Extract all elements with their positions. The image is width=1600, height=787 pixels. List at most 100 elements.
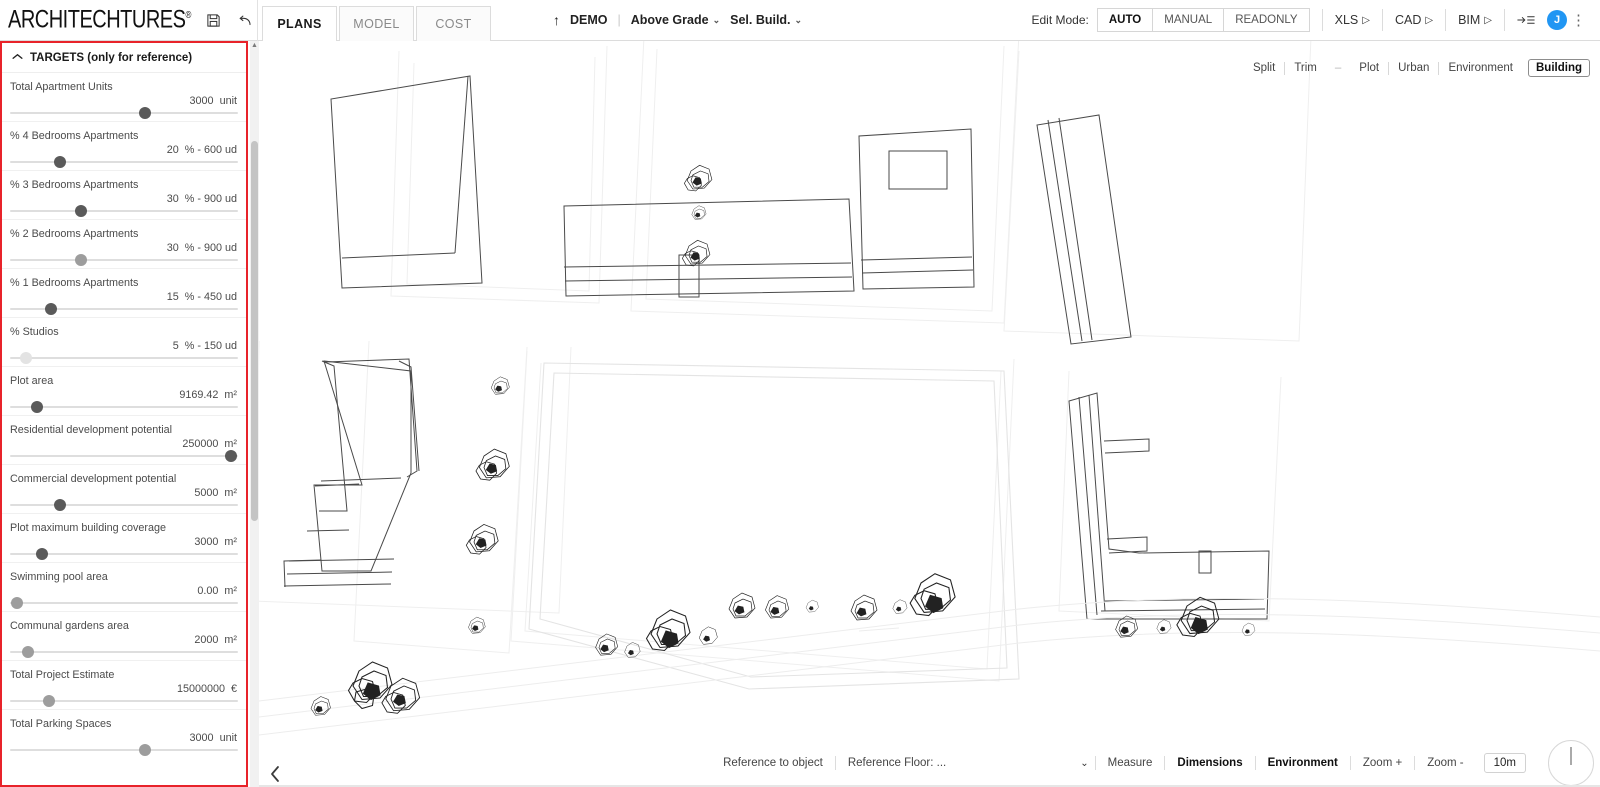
slider-thumb[interactable]: [35, 548, 48, 560]
slider-thumb[interactable]: [31, 401, 44, 413]
sidebar-scrollbar-thumb[interactable]: [251, 141, 258, 521]
slider-label: Swimming pool area: [10, 571, 108, 583]
slider-row-commercial-potential: Commercial development potential 5000 m²: [2, 465, 246, 514]
edit-mode-manual[interactable]: MANUAL: [1153, 9, 1225, 31]
slider-row-2-bedrooms: % 2 Bedrooms Apartments 30 % - 900 ud: [2, 220, 246, 269]
save-icon[interactable]: [205, 12, 223, 30]
targets-panel-title: TARGETS (only for reference): [30, 51, 193, 64]
slider-row-plot-area: Plot area 9169.42 m²: [2, 367, 246, 416]
reference-floor-label: Reference Floor: ...: [847, 757, 947, 769]
compass-dial[interactable]: [1548, 740, 1594, 786]
slider-thumb[interactable]: [225, 450, 238, 462]
slider-value: 2000 m²: [194, 634, 237, 646]
environment-button[interactable]: Environment: [1256, 755, 1350, 771]
slider-track[interactable]: [10, 205, 238, 217]
layer-building-active[interactable]: Building: [1528, 59, 1590, 77]
slider-thumb[interactable]: [54, 156, 67, 168]
slider-thumb[interactable]: [138, 107, 151, 119]
chevron-up-icon: [12, 52, 23, 63]
layer-environment[interactable]: Environment: [1439, 60, 1522, 76]
slider-track[interactable]: [10, 303, 238, 315]
grade-selector[interactable]: Above Grade ⌄: [631, 13, 720, 27]
measure-button[interactable]: Measure: [1096, 755, 1165, 771]
upload-arrow-icon[interactable]: ↑: [553, 12, 560, 28]
undo-icon[interactable]: [237, 12, 255, 30]
layer-urban[interactable]: Urban: [1389, 60, 1438, 76]
building-selector[interactable]: Sel. Build. ⌄: [730, 13, 802, 27]
slider-thumb[interactable]: [54, 499, 67, 511]
slider-track[interactable]: [10, 744, 238, 756]
slider-thumb[interactable]: [10, 597, 23, 609]
panel-toggle-icon[interactable]: [1517, 11, 1535, 29]
divider: [1381, 9, 1383, 31]
scale-indicator[interactable]: 10m: [1483, 753, 1526, 773]
avatar[interactable]: J: [1547, 10, 1567, 30]
slider-thumb[interactable]: [19, 352, 32, 364]
slider-label: Plot maximum building coverage: [10, 522, 167, 534]
dimensions-button[interactable]: Dimensions: [1165, 755, 1254, 771]
slider-row-3-bedrooms: % 3 Bedrooms Apartments 30 % - 900 ud: [2, 171, 246, 220]
slider-track[interactable]: [10, 254, 238, 266]
divider: [1321, 9, 1323, 31]
slider-row-4-bedrooms: % 4 Bedrooms Apartments 20 % - 600 ud: [2, 122, 246, 171]
bottom-status-bar: Reference to object Reference Floor: ...…: [259, 739, 1600, 787]
breadcrumb-separator: |: [617, 13, 621, 27]
tool-trim[interactable]: Trim: [1285, 60, 1326, 76]
zoom-in-button[interactable]: Zoom +: [1351, 755, 1414, 771]
edit-mode-readonly[interactable]: READONLY: [1224, 9, 1309, 31]
targets-panel-header[interactable]: TARGETS (only for reference): [2, 43, 246, 73]
slider-track[interactable]: [10, 597, 238, 609]
brand-zone: ARCHITECHTURES®: [0, 0, 285, 41]
play-triangle-icon: ▷: [1425, 14, 1434, 26]
overflow-menu-icon[interactable]: ⋮: [1567, 13, 1590, 28]
tab-model[interactable]: MODEL: [339, 6, 414, 41]
slider-row-swimming-pool-area: Swimming pool area 0.00 m²: [2, 563, 246, 612]
slider-thumb[interactable]: [138, 744, 151, 756]
slider-track[interactable]: [10, 401, 238, 413]
site-plan-canvas[interactable]: Split Trim – Plot Urban Environment Buil…: [259, 41, 1600, 787]
slider-track[interactable]: [10, 107, 238, 119]
tree-symbols-layer: [310, 164, 1256, 716]
slider-track[interactable]: [10, 646, 238, 658]
slider-thumb[interactable]: [42, 695, 55, 707]
sidebar-scrollbar[interactable]: ▲: [250, 41, 259, 787]
slider-thumb[interactable]: [74, 205, 87, 217]
compass-needle: [1570, 747, 1572, 765]
slider-label: % 2 Bedrooms Apartments: [10, 228, 139, 240]
slider-track[interactable]: [10, 156, 238, 168]
slider-value: 250000 m²: [182, 438, 237, 450]
slider-value: 15000000 €: [176, 683, 237, 695]
slider-value: 9169.42 m²: [179, 389, 237, 401]
edit-mode-auto[interactable]: AUTO: [1097, 9, 1154, 31]
chevron-down-icon: ⌄: [794, 14, 803, 25]
slider-track[interactable]: [10, 450, 238, 462]
application-window: ARCHITECHTURES® PLANS MODEL COST ↑ DEMO …: [0, 0, 1600, 787]
slider-label: % Studios: [10, 326, 59, 338]
export-cad-button[interactable]: CAD ▷: [1395, 13, 1433, 27]
slider-row-max-building-coverage: Plot maximum building coverage 3000 m²: [2, 514, 246, 563]
slider-track[interactable]: [10, 695, 238, 707]
slider-track[interactable]: [10, 499, 238, 511]
divider: [1504, 9, 1505, 31]
layer-plot[interactable]: Plot: [1350, 60, 1388, 76]
project-name[interactable]: DEMO: [570, 13, 608, 27]
zoom-out-button[interactable]: Zoom -: [1415, 755, 1475, 771]
slider-thumb[interactable]: [22, 646, 35, 658]
slider-thumb[interactable]: [45, 303, 58, 315]
chevron-down-icon[interactable]: ⌄: [1078, 758, 1094, 769]
export-xls-button[interactable]: XLS ▷: [1335, 13, 1370, 27]
tool-split[interactable]: Split: [1244, 60, 1284, 76]
slider-row-residential-potential: Residential development potential 250000…: [2, 416, 246, 465]
tab-plans[interactable]: PLANS: [262, 6, 337, 42]
top-right-controls: Edit Mode: AUTO MANUAL READONLY XLS ▷ CAD…: [1032, 0, 1600, 40]
export-bim-button[interactable]: BIM ▷: [1458, 13, 1492, 27]
slider-track[interactable]: [10, 548, 238, 560]
tab-cost[interactable]: COST: [416, 6, 491, 41]
reference-to-object-button[interactable]: Reference to object: [711, 755, 835, 771]
slider-track[interactable]: [10, 352, 238, 364]
canvas-view-tools: Split Trim – Plot Urban Environment Buil…: [1244, 59, 1590, 77]
slider-thumb[interactable]: [74, 254, 87, 266]
scroll-up-arrow-icon[interactable]: ▲: [250, 42, 259, 50]
play-triangle-icon: ▷: [1362, 14, 1370, 26]
edit-mode-label: Edit Mode:: [1031, 13, 1089, 27]
